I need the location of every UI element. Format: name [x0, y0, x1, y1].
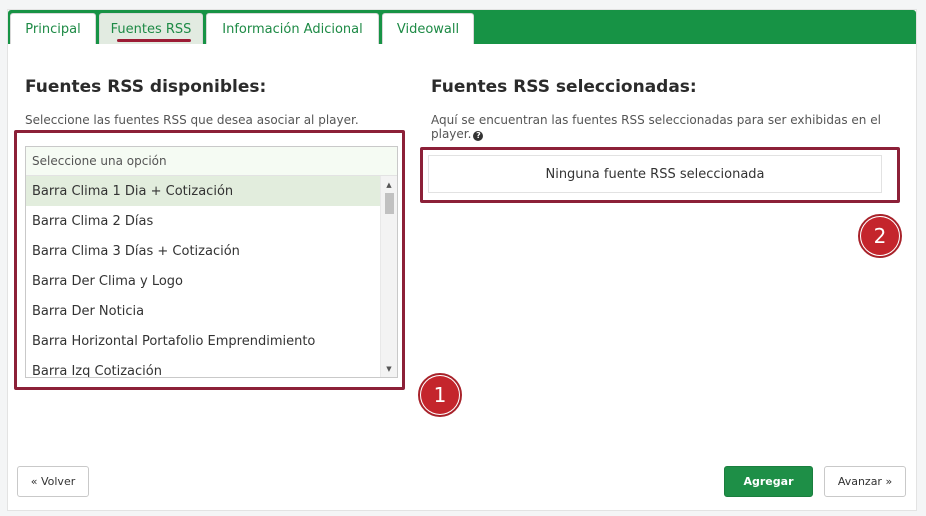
annotation-marker-2: 2	[858, 214, 902, 258]
tab-fuentes-rss[interactable]: Fuentes RSS	[99, 13, 203, 44]
next-button[interactable]: Avanzar »	[824, 466, 906, 497]
list-scrollbar[interactable]: ▲ ▼	[380, 176, 397, 377]
marker-label: 2	[861, 217, 899, 255]
scrollbar-thumb[interactable]	[385, 193, 394, 214]
available-rss-description: Seleccione las fuentes RSS que desea aso…	[25, 113, 359, 127]
rss-source-select[interactable]: Seleccione una opción Barra Clima 1 Dia …	[25, 146, 398, 378]
available-rss-title: Fuentes RSS disponibles:	[25, 77, 267, 97]
rss-option[interactable]: Barra Horizontal Portafolio Emprendimien…	[26, 326, 397, 356]
selected-rss-list: Ninguna fuente RSS seleccionada	[428, 155, 882, 193]
add-button[interactable]: Agregar	[724, 466, 813, 497]
tab-label: Fuentes RSS	[110, 21, 192, 37]
tab-label: Principal	[25, 21, 81, 37]
select-placeholder: Seleccione una opción	[32, 154, 167, 168]
rss-option[interactable]: Barra Der Noticia	[26, 296, 397, 326]
annotation-marker-1: 1	[418, 373, 462, 417]
active-tab-indicator	[117, 39, 191, 42]
selected-rss-title: Fuentes RSS seleccionadas:	[431, 77, 697, 97]
rss-option[interactable]: Barra Clima 2 Días	[26, 206, 397, 236]
tab-videowall[interactable]: Videowall	[382, 13, 474, 44]
help-icon[interactable]: ?	[473, 131, 484, 141]
tab-label: Videowall	[396, 21, 460, 37]
scroll-down-icon[interactable]: ▼	[381, 362, 397, 376]
rss-option[interactable]: Barra Clima 1 Dia + Cotización	[26, 176, 397, 206]
empty-selection-text: Ninguna fuente RSS seleccionada	[545, 166, 765, 182]
back-button[interactable]: « Volver	[17, 466, 89, 497]
rss-option[interactable]: Barra Clima 3 Días + Cotización	[26, 236, 397, 266]
selected-rss-description: Aquí se encuentran las fuentes RSS selec…	[431, 113, 891, 141]
marker-label: 1	[421, 376, 459, 414]
tab-principal[interactable]: Principal	[10, 13, 96, 44]
rss-option[interactable]: Barra Der Clima y Logo	[26, 266, 397, 296]
rss-option[interactable]: Barra Izq Cotización	[26, 356, 397, 378]
tab-label: Información Adicional	[222, 21, 363, 37]
scroll-up-icon[interactable]: ▲	[381, 178, 397, 192]
tab-informacion-adicional[interactable]: Información Adicional	[206, 13, 379, 44]
tab-bar: Principal Fuentes RSS Información Adicio…	[8, 10, 916, 44]
selected-rss-description-text: Aquí se encuentran las fuentes RSS selec…	[431, 113, 881, 141]
select-search-input[interactable]: Seleccione una opción	[26, 147, 397, 176]
